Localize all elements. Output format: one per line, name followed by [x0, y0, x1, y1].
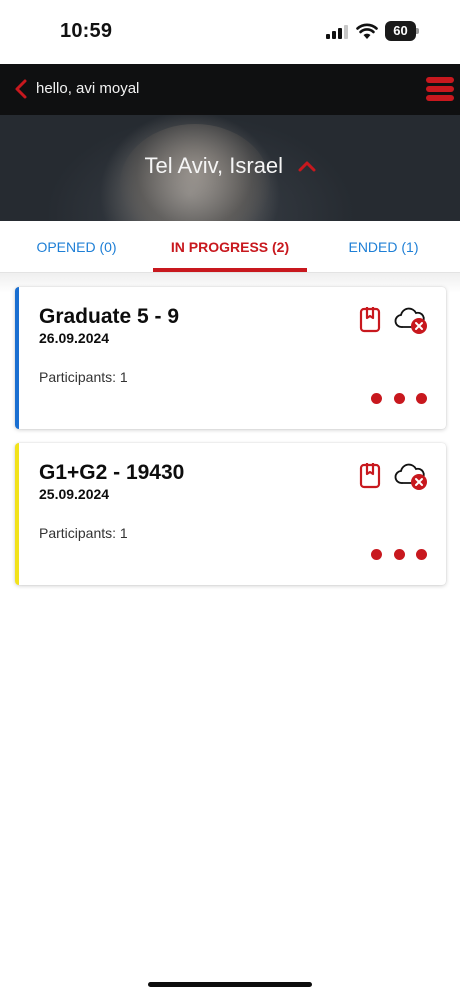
- session-card[interactable]: G1+G2 - 19430 25.09.2024 Participants: 1: [15, 443, 446, 585]
- hamburger-menu-icon[interactable]: [426, 77, 454, 101]
- battery-level: 60: [385, 21, 416, 41]
- card-date: 26.09.2024: [39, 330, 110, 346]
- card-date: 25.09.2024: [39, 486, 110, 502]
- tab-ended[interactable]: ENDED (1): [307, 221, 460, 273]
- back-button[interactable]: [12, 78, 32, 100]
- status-tabs: OPENED (0) IN PROGRESS (2) ENDED (1): [0, 221, 460, 273]
- more-dots-icon[interactable]: [371, 549, 427, 561]
- card-participants: Participants: 1: [39, 369, 128, 385]
- greeting-text: hello, avi moyal: [36, 80, 140, 97]
- session-list: Graduate 5 - 9 26.09.2024 Participants: …: [0, 273, 460, 997]
- battery-icon: 60: [385, 21, 419, 41]
- card-status-stripe: [15, 443, 19, 585]
- card-participants: Participants: 1: [39, 525, 128, 541]
- chevron-left-icon: [15, 79, 27, 99]
- home-indicator[interactable]: [148, 982, 312, 987]
- clipboard-icon[interactable]: [359, 305, 381, 333]
- tab-opened[interactable]: OPENED (0): [0, 221, 153, 273]
- cloud-error-icon[interactable]: [393, 463, 429, 491]
- top-bar: hello, avi moyal: [0, 64, 460, 115]
- location-selector[interactable]: Tel Aviv, Israel: [0, 153, 460, 179]
- location-label[interactable]: Tel Aviv, Israel: [144, 153, 283, 179]
- session-card[interactable]: Graduate 5 - 9 26.09.2024 Participants: …: [15, 287, 446, 429]
- active-tab-indicator: [153, 268, 307, 272]
- chevron-up-icon[interactable]: [298, 160, 316, 172]
- card-title: Graduate 5 - 9: [39, 305, 180, 328]
- card-title: G1+G2 - 19430: [39, 461, 185, 484]
- more-dots-icon[interactable]: [371, 393, 427, 405]
- header-hero: hello, avi moyal Tel Aviv, Israel: [0, 64, 460, 221]
- card-status-stripe: [15, 287, 19, 429]
- clipboard-icon[interactable]: [359, 461, 381, 489]
- status-bar: 10:59 60: [0, 0, 460, 64]
- cloud-error-icon[interactable]: [393, 307, 429, 335]
- wifi-icon: [356, 23, 378, 39]
- status-time: 10:59: [60, 20, 113, 42]
- tab-in-progress[interactable]: IN PROGRESS (2): [153, 221, 307, 273]
- cellular-signal-icon: [326, 25, 348, 39]
